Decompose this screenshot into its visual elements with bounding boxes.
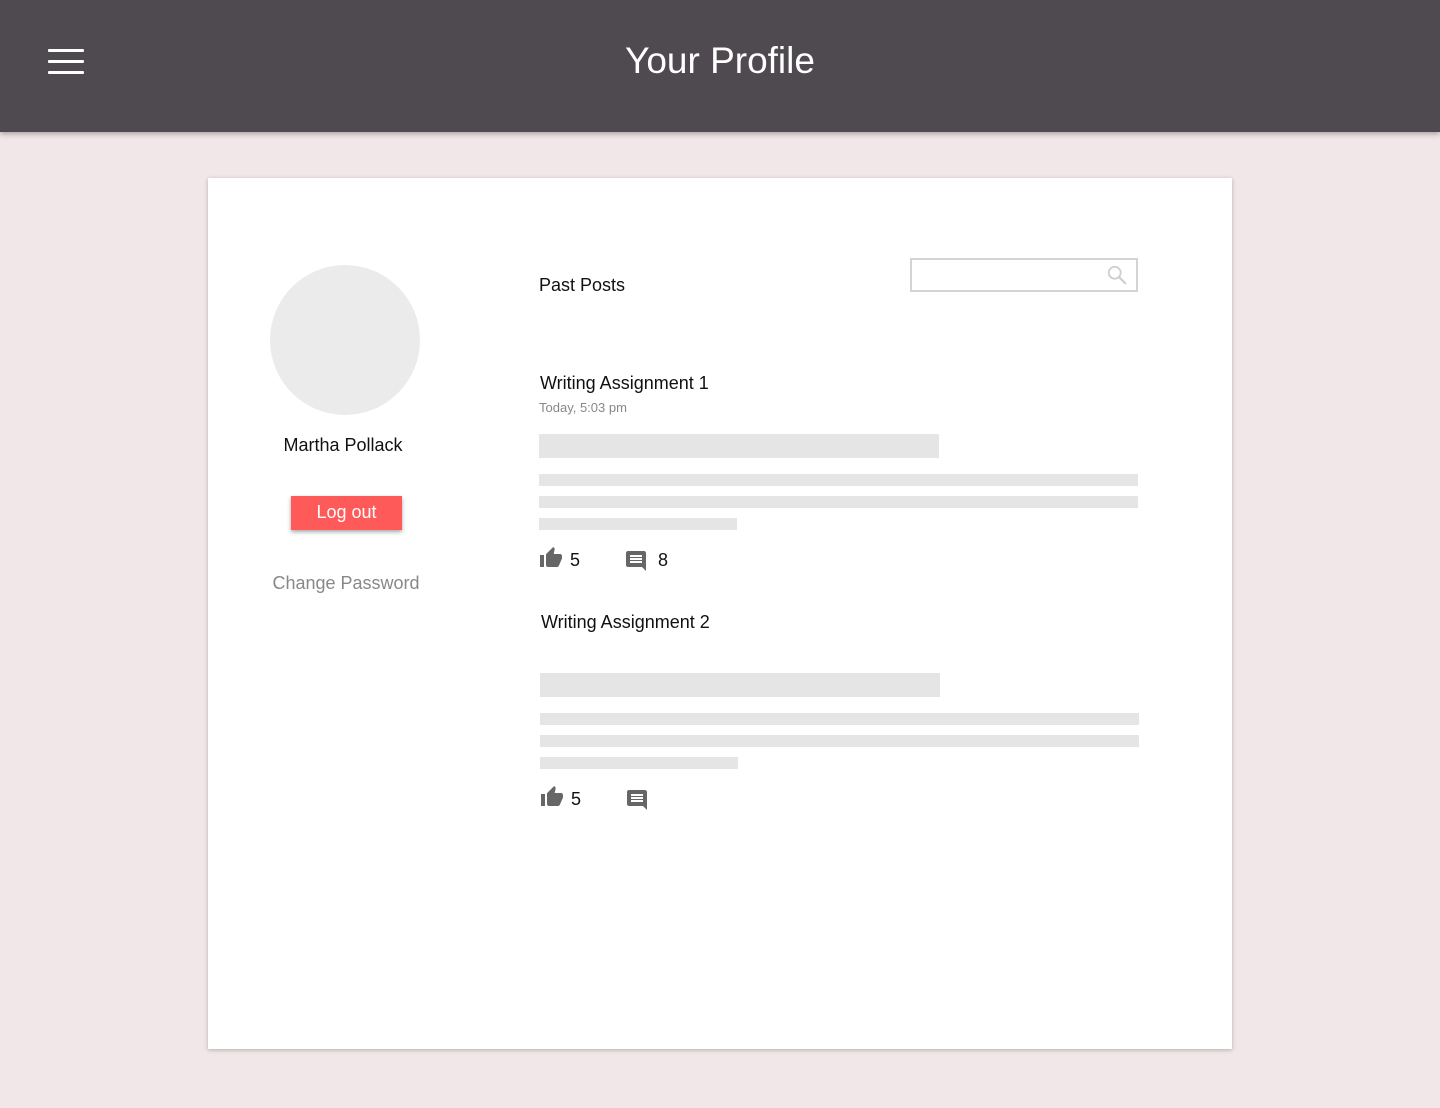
post-subtitle-placeholder [539, 434, 939, 458]
change-password-link[interactable]: Change Password [246, 573, 446, 594]
logout-button[interactable]: Log out [291, 496, 402, 530]
post-item[interactable]: Writing Assignment 1 Today, 5:03 pm 5 8 [539, 373, 1139, 573]
post-title[interactable]: Writing Assignment 2 [541, 612, 710, 633]
like-count: 5 [571, 789, 582, 809]
comment-icon[interactable] [625, 788, 649, 812]
user-name: Martha Pollack [283, 435, 403, 455]
profile-card: Martha Pollack Log out Change Password P… [208, 178, 1232, 1049]
search-box[interactable] [910, 258, 1138, 292]
like-count: 5 [570, 550, 581, 570]
comment-count: 8 [658, 550, 669, 570]
thumbs-up-icon[interactable] [540, 785, 564, 809]
post-text-placeholder [539, 518, 737, 530]
past-posts-heading: Past Posts [539, 275, 626, 295]
post-text-placeholder [539, 496, 1138, 508]
post-subtitle-placeholder [540, 673, 940, 697]
post-text-placeholder [540, 735, 1139, 747]
avatar[interactable] [270, 265, 420, 415]
post-title[interactable]: Writing Assignment 1 [540, 373, 709, 394]
post-text-placeholder [539, 474, 1138, 486]
search-icon[interactable] [1106, 264, 1128, 286]
search-input[interactable] [914, 262, 1100, 288]
comment-icon[interactable] [624, 549, 648, 573]
top-app-bar: Your Profile [0, 0, 1440, 132]
post-item[interactable]: Writing Assignment 2 5 [539, 612, 1139, 812]
post-timestamp: Today, 5:03 pm [539, 400, 627, 415]
page-title: Your Profile [625, 40, 815, 81]
post-text-placeholder [540, 757, 738, 769]
thumbs-up-icon[interactable] [539, 546, 563, 570]
post-text-placeholder [540, 713, 1139, 725]
